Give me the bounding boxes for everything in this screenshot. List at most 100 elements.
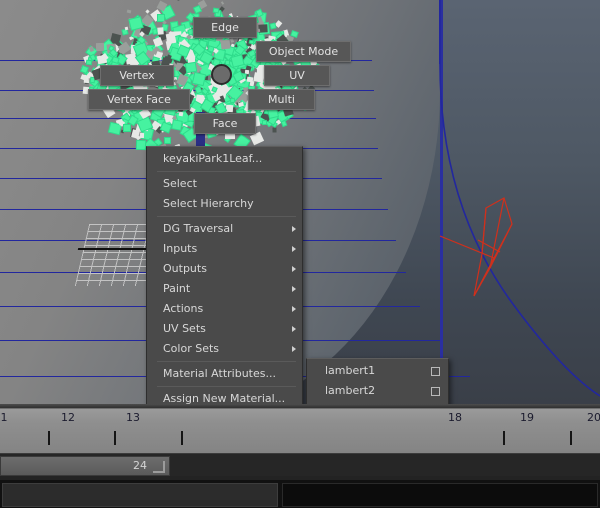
leaf-face — [185, 62, 197, 73]
menu-item-label: Actions — [163, 302, 204, 315]
leaf-face — [157, 27, 164, 35]
range-slider-bar[interactable]: 24 — [0, 454, 600, 476]
leaf-face — [249, 40, 254, 44]
time-tick-label: 20 — [587, 411, 600, 424]
leaf-face — [96, 54, 108, 65]
leaf-face — [178, 111, 184, 117]
menu-item-label: Paint — [163, 282, 191, 295]
menu-item-label: Outputs — [163, 262, 207, 275]
menu-item-label: Select Hierarchy — [163, 197, 254, 210]
leaf-face — [173, 0, 181, 1]
leaf-face — [256, 28, 261, 33]
time-tick-mark — [181, 431, 183, 445]
time-tick-label: 13 — [126, 411, 140, 424]
context-menu-item-material-attributes[interactable]: Material Attributes... — [147, 364, 302, 384]
menu-separator — [157, 171, 296, 172]
bottom-panel: 1 12 13 18 19 20 24 — [0, 404, 600, 508]
submenu-arrow-icon — [292, 226, 296, 232]
marking-menu-item-uv[interactable]: UV — [264, 65, 330, 86]
leaf-face — [281, 121, 287, 126]
time-tick-mark — [570, 431, 572, 445]
leaf-face — [128, 115, 138, 126]
range-slider-grip[interactable] — [153, 461, 165, 473]
marking-menu-center[interactable] — [211, 64, 232, 85]
time-tick-label: 18 — [448, 411, 462, 424]
leaf-face — [213, 8, 219, 13]
context-menu-item-dg-traversal[interactable]: DG Traversal — [147, 219, 302, 239]
menu-item-label: UV Sets — [163, 322, 206, 335]
submenu-arrow-icon — [292, 266, 296, 272]
menu-item-label: DG Traversal — [163, 222, 234, 235]
red-wire-object — [439, 197, 513, 297]
command-line — [0, 480, 600, 508]
maya-window: Edge Object Mode Vertex UV Vertex Face Multi F… — [0, 0, 600, 508]
submenu-item-label: lambert1 — [325, 364, 376, 377]
menu-separator — [157, 361, 296, 362]
context-menu-item-select-hierarchy[interactable]: Select Hierarchy — [147, 194, 302, 214]
time-tick-label: 19 — [520, 411, 534, 424]
submenu-arrow-icon — [292, 326, 296, 332]
menu-item-label: Select — [163, 177, 197, 190]
command-output[interactable] — [282, 483, 598, 507]
leaf-face — [272, 127, 277, 133]
range-slider[interactable]: 24 — [0, 456, 170, 476]
time-tick-label: 1 — [0, 411, 8, 424]
leaf-face — [220, 39, 231, 50]
leaf-face — [225, 104, 234, 113]
leaf-face — [220, 1, 225, 5]
context-menu-title: keyakiPark1Leaf... — [163, 152, 263, 165]
leaf-face — [139, 132, 145, 139]
marking-menu-item-edge[interactable]: Edge — [193, 17, 257, 38]
menu-item-label: Inputs — [163, 242, 198, 255]
time-tick-mark — [48, 431, 50, 445]
menu-item-label: Material Attributes... — [163, 367, 276, 380]
time-tick-mark — [114, 431, 116, 445]
marking-menu-item-vertex-face[interactable]: Vertex Face — [88, 89, 190, 110]
context-menu-item-color-sets[interactable]: Color Sets — [147, 339, 302, 359]
time-tick-mark — [503, 431, 505, 445]
time-tick-label: 12 — [61, 411, 75, 424]
submenu-arrow-icon — [292, 346, 296, 352]
leaf-face — [124, 125, 130, 131]
marking-menu-item-face[interactable]: Face — [194, 113, 256, 134]
menu-item-label: Color Sets — [163, 342, 220, 355]
leaf-face — [229, 38, 235, 43]
menu-separator — [157, 216, 296, 217]
leaf-face — [244, 69, 250, 75]
leaf-face — [249, 80, 255, 87]
submenu-item-lambert1[interactable]: lambert1 — [307, 361, 448, 381]
context-menu-item-outputs[interactable]: Outputs — [147, 259, 302, 279]
menu-separator — [157, 386, 296, 387]
marking-menu-item-vertex[interactable]: Vertex — [100, 65, 174, 86]
submenu-arrow-icon — [292, 306, 296, 312]
leaf-face — [172, 120, 182, 130]
leaf-face — [165, 138, 170, 143]
leaf-face — [95, 42, 105, 52]
context-menu-item-actions[interactable]: Actions — [147, 299, 302, 319]
leaf-face — [86, 60, 92, 65]
leaf-face — [262, 120, 267, 125]
leaf-face — [230, 98, 235, 103]
leaf-face — [124, 26, 129, 31]
leaf-face — [270, 23, 276, 29]
leaf-face — [153, 29, 157, 34]
time-slider[interactable]: 1 12 13 18 19 20 — [0, 408, 600, 454]
command-input[interactable] — [2, 483, 278, 507]
submenu-item-lambert2[interactable]: lambert2 — [307, 381, 448, 401]
marking-menu-item-object-mode[interactable]: Object Mode — [256, 41, 351, 62]
leaf-face — [162, 20, 167, 25]
leaf-face — [136, 140, 146, 150]
marking-menu-item-multi[interactable]: Multi — [248, 89, 315, 110]
submenu-arrow-icon — [292, 286, 296, 292]
material-checkbox[interactable] — [431, 387, 440, 396]
context-menu-item-paint[interactable]: Paint — [147, 279, 302, 299]
range-end-value: 24 — [133, 459, 147, 472]
context-menu-item-uv-sets[interactable]: UV Sets — [147, 319, 302, 339]
leaf-face — [126, 9, 132, 14]
submenu-item-label: lambert2 — [325, 384, 376, 397]
material-checkbox[interactable] — [431, 367, 440, 376]
context-menu-item-select[interactable]: Select — [147, 174, 302, 194]
submenu-arrow-icon — [292, 246, 296, 252]
context-menu-item-inputs[interactable]: Inputs — [147, 239, 302, 259]
leaf-face — [274, 20, 283, 28]
